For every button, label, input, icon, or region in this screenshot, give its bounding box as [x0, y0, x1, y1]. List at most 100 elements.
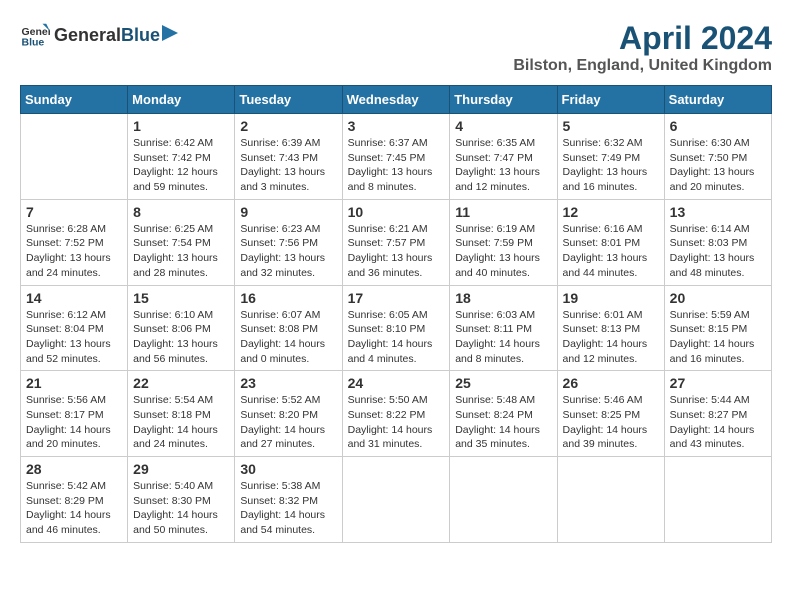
day-number: 7: [26, 204, 122, 220]
calendar-cell: 5 Sunrise: 6:32 AMSunset: 7:49 PMDaylight…: [557, 114, 664, 200]
month-year-title: April 2024: [513, 20, 772, 57]
day-number: 14: [26, 290, 122, 306]
day-number: 5: [563, 118, 659, 134]
calendar-header: SundayMondayTuesdayWednesdayThursdayFrid…: [21, 86, 772, 114]
day-info: Sunrise: 6:03 AMSunset: 8:11 PMDaylight:…: [455, 308, 551, 367]
calendar-cell: 28 Sunrise: 5:42 AMSunset: 8:29 PMDayligh…: [21, 457, 128, 543]
calendar-cell: 3 Sunrise: 6:37 AMSunset: 7:45 PMDaylight…: [342, 114, 450, 200]
calendar-cell: 14 Sunrise: 6:12 AMSunset: 8:04 PMDayligh…: [21, 285, 128, 371]
calendar-cell: [557, 457, 664, 543]
logo-general: General: [54, 25, 121, 46]
day-info: Sunrise: 5:52 AMSunset: 8:20 PMDaylight:…: [240, 393, 336, 452]
day-number: 10: [348, 204, 445, 220]
day-info: Sunrise: 5:50 AMSunset: 8:22 PMDaylight:…: [348, 393, 445, 452]
day-info: Sunrise: 6:28 AMSunset: 7:52 PMDaylight:…: [26, 222, 122, 281]
calendar-cell: 22 Sunrise: 5:54 AMSunset: 8:18 PMDayligh…: [128, 371, 235, 457]
day-info: Sunrise: 6:01 AMSunset: 8:13 PMDaylight:…: [563, 308, 659, 367]
day-number: 20: [670, 290, 766, 306]
calendar-cell: 12Sunrise: 6:16 AMSunset: 8:01 PMDayligh…: [557, 199, 664, 285]
week-row-1: 1Sunrise: 6:42 AMSunset: 7:42 PMDaylight…: [21, 114, 772, 200]
calendar-cell: 26 Sunrise: 5:46 AMSunset: 8:25 PMDayligh…: [557, 371, 664, 457]
calendar-cell: 10Sunrise: 6:21 AMSunset: 7:57 PMDayligh…: [342, 199, 450, 285]
calendar-cell: 30Sunrise: 5:38 AMSunset: 8:32 PMDayligh…: [235, 457, 342, 543]
calendar-cell: 20 Sunrise: 5:59 AMSunset: 8:15 PMDayligh…: [664, 285, 771, 371]
calendar-cell: 19 Sunrise: 6:01 AMSunset: 8:13 PMDayligh…: [557, 285, 664, 371]
day-number: 25: [455, 375, 551, 391]
day-info: Sunrise: 6:14 AMSunset: 8:03 PMDaylight:…: [670, 222, 766, 281]
day-number: 9: [240, 204, 336, 220]
calendar-cell: 21 Sunrise: 5:56 AMSunset: 8:17 PMDayligh…: [21, 371, 128, 457]
day-info: Sunrise: 5:59 AMSunset: 8:15 PMDaylight:…: [670, 308, 766, 367]
calendar-cell: 2Sunrise: 6:39 AMSunset: 7:43 PMDaylight…: [235, 114, 342, 200]
weekday-header-wednesday: Wednesday: [342, 86, 450, 114]
day-number: 22: [133, 375, 229, 391]
day-info: Sunrise: 6:30 AMSunset: 7:50 PMDaylight:…: [670, 136, 766, 195]
day-number: 1: [133, 118, 229, 134]
day-info: Sunrise: 6:32 AMSunset: 7:49 PMDaylight:…: [563, 136, 659, 195]
calendar-cell: [21, 114, 128, 200]
day-info: Sunrise: 5:56 AMSunset: 8:17 PMDaylight:…: [26, 393, 122, 452]
logo-blue: Blue: [121, 25, 160, 46]
weekday-header-sunday: Sunday: [21, 86, 128, 114]
day-number: 4: [455, 118, 551, 134]
calendar-table: SundayMondayTuesdayWednesdayThursdayFrid…: [20, 85, 772, 543]
day-info: Sunrise: 5:38 AMSunset: 8:32 PMDaylight:…: [240, 479, 336, 538]
weekday-header-saturday: Saturday: [664, 86, 771, 114]
day-number: 18: [455, 290, 551, 306]
logo: General Blue General Blue: [20, 20, 178, 50]
calendar-cell: 15 Sunrise: 6:10 AMSunset: 8:06 PMDayligh…: [128, 285, 235, 371]
calendar-cell: 18 Sunrise: 6:03 AMSunset: 8:11 PMDayligh…: [450, 285, 557, 371]
calendar-cell: 9Sunrise: 6:23 AMSunset: 7:56 PMDaylight…: [235, 199, 342, 285]
week-row-2: 7 Sunrise: 6:28 AMSunset: 7:52 PMDaylight…: [21, 199, 772, 285]
day-info: Sunrise: 5:40 AMSunset: 8:30 PMDaylight:…: [133, 479, 229, 538]
calendar-cell: 6 Sunrise: 6:30 AMSunset: 7:50 PMDaylight…: [664, 114, 771, 200]
calendar-cell: 29 Sunrise: 5:40 AMSunset: 8:30 PMDayligh…: [128, 457, 235, 543]
calendar-cell: 8 Sunrise: 6:25 AMSunset: 7:54 PMDaylight…: [128, 199, 235, 285]
calendar-cell: 4 Sunrise: 6:35 AMSunset: 7:47 PMDaylight…: [450, 114, 557, 200]
calendar-cell: [664, 457, 771, 543]
day-number: 24: [348, 375, 445, 391]
day-number: 19: [563, 290, 659, 306]
day-info: Sunrise: 6:05 AMSunset: 8:10 PMDaylight:…: [348, 308, 445, 367]
calendar-cell: [342, 457, 450, 543]
day-number: 23: [240, 375, 336, 391]
calendar-cell: 25 Sunrise: 5:48 AMSunset: 8:24 PMDayligh…: [450, 371, 557, 457]
day-info: Sunrise: 6:10 AMSunset: 8:06 PMDaylight:…: [133, 308, 229, 367]
day-number: 11: [455, 204, 551, 220]
calendar-cell: [450, 457, 557, 543]
day-info: Sunrise: 6:25 AMSunset: 7:54 PMDaylight:…: [133, 222, 229, 281]
day-number: 17: [348, 290, 445, 306]
day-number: 6: [670, 118, 766, 134]
location-subtitle: Bilston, England, United Kingdom: [513, 57, 772, 75]
week-row-3: 14 Sunrise: 6:12 AMSunset: 8:04 PMDayligh…: [21, 285, 772, 371]
day-number: 26: [563, 375, 659, 391]
title-area: April 2024 Bilston, England, United King…: [513, 20, 772, 75]
day-info: Sunrise: 6:12 AMSunset: 8:04 PMDaylight:…: [26, 308, 122, 367]
day-number: 27: [670, 375, 766, 391]
day-info: Sunrise: 6:35 AMSunset: 7:47 PMDaylight:…: [455, 136, 551, 195]
calendar-cell: 17 Sunrise: 6:05 AMSunset: 8:10 PMDayligh…: [342, 285, 450, 371]
day-info: Sunrise: 5:46 AMSunset: 8:25 PMDaylight:…: [563, 393, 659, 452]
calendar-cell: 13Sunrise: 6:14 AMSunset: 8:03 PMDayligh…: [664, 199, 771, 285]
calendar-cell: 27 Sunrise: 5:44 AMSunset: 8:27 PMDayligh…: [664, 371, 771, 457]
day-number: 28: [26, 461, 122, 477]
day-number: 8: [133, 204, 229, 220]
svg-text:Blue: Blue: [22, 37, 45, 49]
day-number: 16: [240, 290, 336, 306]
day-number: 21: [26, 375, 122, 391]
day-number: 15: [133, 290, 229, 306]
calendar-cell: 1Sunrise: 6:42 AMSunset: 7:42 PMDaylight…: [128, 114, 235, 200]
week-row-5: 28 Sunrise: 5:42 AMSunset: 8:29 PMDayligh…: [21, 457, 772, 543]
logo-icon: General Blue: [20, 20, 50, 50]
day-info: Sunrise: 5:44 AMSunset: 8:27 PMDaylight:…: [670, 393, 766, 452]
calendar-cell: 24 Sunrise: 5:50 AMSunset: 8:22 PMDayligh…: [342, 371, 450, 457]
day-info: Sunrise: 6:19 AMSunset: 7:59 PMDaylight:…: [455, 222, 551, 281]
day-info: Sunrise: 6:07 AMSunset: 8:08 PMDaylight:…: [240, 308, 336, 367]
day-number: 29: [133, 461, 229, 477]
day-number: 2: [240, 118, 336, 134]
day-info: Sunrise: 5:42 AMSunset: 8:29 PMDaylight:…: [26, 479, 122, 538]
day-info: Sunrise: 5:54 AMSunset: 8:18 PMDaylight:…: [133, 393, 229, 452]
day-info: Sunrise: 6:37 AMSunset: 7:45 PMDaylight:…: [348, 136, 445, 195]
day-number: 3: [348, 118, 445, 134]
day-info: Sunrise: 5:48 AMSunset: 8:24 PMDaylight:…: [455, 393, 551, 452]
